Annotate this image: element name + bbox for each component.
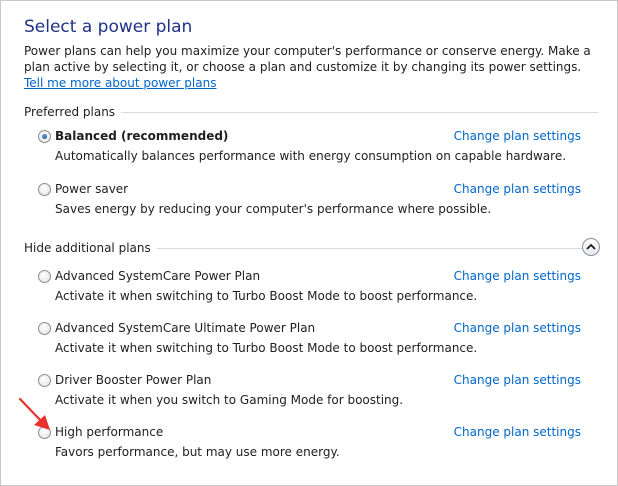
change-plan-settings-link-power-saver[interactable]: Change plan settings: [454, 181, 581, 197]
hide-additional-plans-label[interactable]: Hide additional plans: [24, 240, 157, 256]
plan-driver-booster[interactable]: Driver Booster Power Plan Change plan se…: [38, 372, 598, 408]
plan-radio-advanced-systemcare[interactable]: [38, 270, 51, 283]
tell-me-more-link[interactable]: Tell me more about power plans: [24, 76, 216, 90]
plan-power-saver[interactable]: Power saver Change plan settings Saves e…: [38, 181, 598, 217]
page-title: Select a power plan: [24, 17, 193, 37]
plan-desc-high-performance: Favors performance, but may use more ene…: [55, 445, 340, 459]
plan-desc-advanced-systemcare: Activate it when switching to Turbo Boos…: [55, 289, 478, 303]
plan-balanced[interactable]: Balanced (recommended) Change plan setti…: [38, 128, 598, 164]
change-plan-settings-link-advanced-systemcare[interactable]: Change plan settings: [454, 268, 581, 284]
plan-desc-driver-booster: Activate it when you switch to Gaming Mo…: [55, 393, 404, 407]
additional-plans-header: Hide additional plans: [24, 238, 600, 256]
red-arrow-icon: [18, 397, 50, 430]
plan-desc-advanced-systemcare-ultimate: Activate it when switching to Turbo Boos…: [55, 341, 478, 355]
plan-name-advanced-systemcare-ultimate[interactable]: Advanced SystemCare Ultimate Power Plan: [55, 320, 315, 336]
change-plan-settings-link-driver-booster[interactable]: Change plan settings: [454, 372, 581, 388]
plan-advanced-systemcare-ultimate[interactable]: Advanced SystemCare Ultimate Power Plan …: [38, 320, 598, 356]
plan-name-balanced[interactable]: Balanced (recommended): [55, 128, 228, 144]
intro-description: Power plans can help you maximize your c…: [24, 44, 591, 74]
intro-text: Power plans can help you maximize your c…: [24, 43, 598, 91]
change-plan-settings-link-advanced-systemcare-ultimate[interactable]: Change plan settings: [454, 320, 581, 336]
plan-radio-driver-booster[interactable]: [38, 374, 51, 387]
plan-radio-power-saver[interactable]: [38, 183, 51, 196]
plan-desc-power-saver: Saves energy by reducing your computer's…: [55, 202, 492, 216]
plan-radio-balanced[interactable]: [38, 130, 51, 143]
collapse-button[interactable]: [582, 238, 600, 256]
chevron-up-icon: [586, 243, 596, 250]
plan-desc-balanced: Automatically balances performance with …: [55, 149, 567, 163]
plan-advanced-systemcare[interactable]: Advanced SystemCare Power Plan Change pl…: [38, 268, 598, 304]
plan-name-driver-booster[interactable]: Driver Booster Power Plan: [55, 372, 211, 388]
change-plan-settings-link-balanced[interactable]: Change plan settings: [454, 128, 581, 144]
plan-name-advanced-systemcare[interactable]: Advanced SystemCare Power Plan: [55, 268, 260, 284]
plan-radio-advanced-systemcare-ultimate[interactable]: [38, 322, 51, 335]
plan-name-power-saver[interactable]: Power saver: [55, 181, 128, 197]
preferred-plans-label: Preferred plans: [24, 104, 122, 120]
preferred-plans-header: Preferred plans: [24, 104, 598, 120]
change-plan-settings-link-high-performance[interactable]: Change plan settings: [454, 424, 581, 440]
plan-high-performance[interactable]: High performance Change plan settings Fa…: [38, 424, 598, 460]
plan-name-high-performance[interactable]: High performance: [55, 424, 163, 440]
